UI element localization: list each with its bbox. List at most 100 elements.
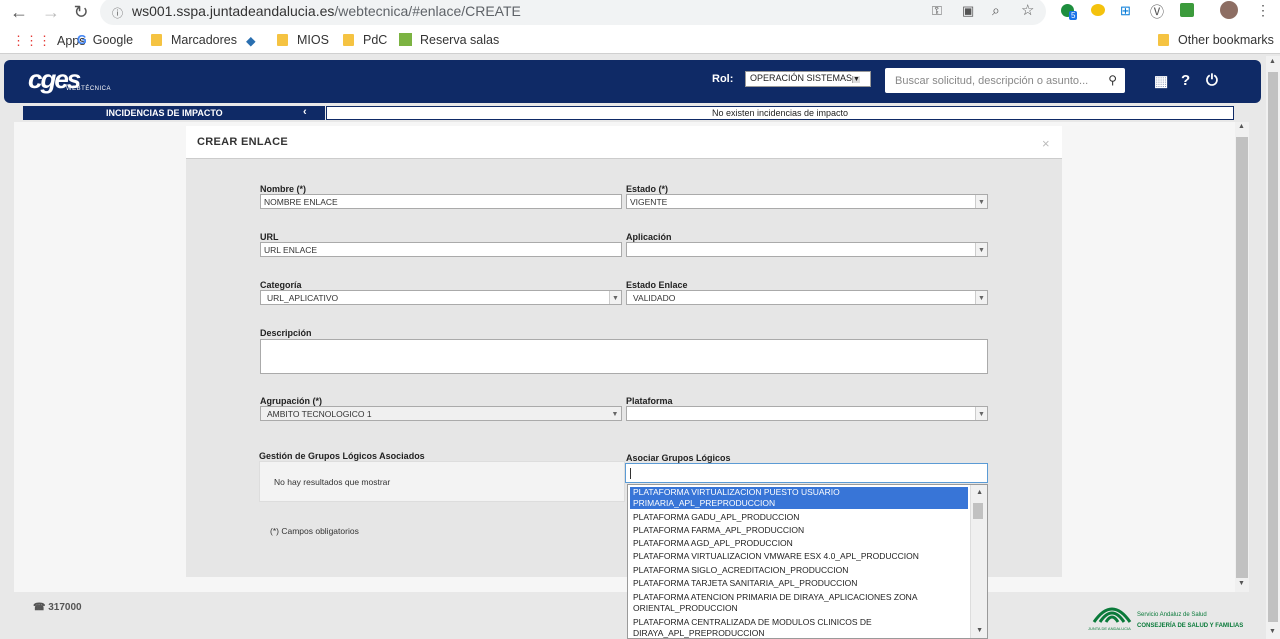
rol-select[interactable]: OPERACIÓN SISTEMAS▼ [745, 71, 871, 87]
chevron-down-icon: ▼ [852, 76, 860, 83]
descripcion-label: Descripción [260, 328, 312, 338]
extension-yellow-icon[interactable] [1091, 4, 1105, 16]
zoom-icon[interactable]: ⌕ [992, 2, 1000, 19]
estado-enlace-select[interactable]: VALIDADO ▼ [626, 290, 988, 305]
footer-consejeria: CONSEJERÍA DE SALUD Y FAMILIAS [1137, 623, 1244, 629]
grupos-empty-message: No hay resultados que mostrar [274, 477, 391, 487]
profile-avatar[interactable] [1220, 1, 1238, 19]
globe-icon: ◆ [246, 34, 256, 48]
scroll-down-icon[interactable]: ▼ [1269, 628, 1276, 635]
close-icon[interactable]: × [1042, 136, 1050, 151]
rol-label: Rol: [712, 73, 734, 85]
bookmark-reserva-salas[interactable]: Reserva salas [399, 33, 499, 47]
estado-enlace-label: Estado Enlace [626, 280, 688, 290]
menu-dots-icon[interactable]: ⋮ [1256, 2, 1270, 19]
dropdown-scrollbar[interactable]: ▲ ▼ [970, 485, 987, 638]
folder-icon [277, 34, 288, 46]
help-icon[interactable]: ? [1181, 72, 1190, 89]
incidencias-title: INCIDENCIAS DE IMPACTO [106, 108, 223, 118]
bookmark-google[interactable]: G Google [77, 33, 133, 47]
back-arrow-icon[interactable]: ← [8, 2, 30, 23]
search-input[interactable] [893, 74, 1098, 88]
footer-sas: Servicio Andaluz de Salud [1137, 612, 1207, 618]
key-icon[interactable]: ⚿ [932, 3, 942, 19]
extension-badge: 5 [1069, 11, 1078, 20]
asociar-search-input[interactable] [625, 463, 988, 483]
footer-junta: JUNTA DE ANDALUCIA [1088, 626, 1131, 631]
dropdown-option[interactable]: PLATAFORMA CENTRALIZADA DE MODULOS CLINI… [633, 617, 968, 638]
power-icon[interactable]: ⏻ [1206, 72, 1218, 89]
address-url: ws001.sspa.juntadeandalucia.es/webtecnic… [132, 3, 521, 19]
v-extension-icon[interactable]: Ⓥ [1150, 2, 1164, 22]
info-icon[interactable]: ⓘ [112, 5, 123, 21]
bookmark-globe[interactable]: ◆ [246, 33, 256, 48]
agrupacion-label: Agrupación (*) [260, 396, 322, 406]
bookmark-pdc[interactable]: PdC [343, 33, 387, 47]
translate-icon[interactable]: ▣ [962, 3, 974, 19]
bookmark-apps[interactable]: ⋮⋮⋮ Apps [12, 33, 86, 49]
folder-icon [1158, 34, 1169, 46]
dropdown-option[interactable]: PLATAFORMA AGD_APL_PRODUCCION [633, 538, 968, 549]
text-caret [630, 468, 631, 479]
reload-icon[interactable]: ↻ [70, 2, 92, 23]
url-label: URL [260, 232, 279, 242]
forward-arrow-icon[interactable]: → [40, 2, 62, 23]
chevron-left-icon[interactable]: ‹ [303, 105, 307, 119]
scroll-down-icon[interactable]: ▼ [1238, 580, 1245, 587]
bookmark-marcadores[interactable]: Marcadores [151, 33, 237, 47]
android-extension-icon[interactable] [1180, 3, 1194, 17]
scroll-up-icon[interactable]: ▲ [976, 489, 983, 496]
estado-label: Estado (*) [626, 184, 669, 194]
scroll-up-icon[interactable]: ▲ [1269, 58, 1276, 65]
search-box: ⚲ [885, 68, 1125, 93]
required-note: (*) Campos obligatorios [270, 526, 359, 536]
chevron-down-icon: ▼ [609, 291, 621, 304]
dropdown-scroll-thumb[interactable] [973, 503, 983, 519]
estado-value: VIGENTE [630, 197, 668, 207]
scroll-down-icon[interactable]: ▼ [976, 627, 983, 634]
folder-icon [343, 34, 354, 46]
windows-icon[interactable]: ⊞ [1120, 3, 1131, 19]
agrupacion-value: AMBITO TECNOLOGICO 1 [267, 409, 372, 419]
chevron-down-icon: ▼ [975, 243, 987, 256]
dropdown-option[interactable]: PLATAFORMA FARMA_APL_PRODUCCION [633, 525, 968, 536]
url-field[interactable]: URL ENLACE [260, 242, 622, 257]
star-icon[interactable]: ☆ [1021, 1, 1034, 19]
dropdown-option[interactable]: PLATAFORMA VIRTUALIZACION VMWARE ESX 4.0… [633, 551, 968, 562]
asociar-label: Asociar Grupos Lógicos [626, 453, 731, 463]
estado-enlace-value: VALIDADO [633, 293, 676, 303]
estado-select[interactable]: VIGENTE ▼ [626, 194, 988, 209]
rol-value: OPERACIÓN SISTEMAS [750, 73, 853, 83]
folder-icon [151, 34, 162, 46]
content-scroll-thumb[interactable] [1236, 137, 1248, 578]
dropdown-option[interactable]: PLATAFORMA ATENCION PRIMARIA DE DIRAYA_A… [633, 592, 968, 614]
chevron-down-icon: ▼ [609, 407, 621, 420]
descripcion-textarea[interactable] [260, 339, 988, 374]
nombre-field[interactable]: NOMBRE ENLACE [260, 194, 622, 209]
dropdown-option[interactable]: PLATAFORMA VIRTUALIZACION PUESTO USUARIO… [630, 487, 968, 509]
bookmark-mios[interactable]: MIOS [277, 33, 329, 47]
agrupacion-select[interactable]: AMBITO TECNOLOGICO 1 ▼ [260, 406, 622, 421]
footer-phone: ☎ 317000 [33, 602, 82, 613]
junta-logo [1092, 607, 1132, 623]
plataforma-select[interactable]: ▼ [626, 406, 988, 421]
incidencias-tab[interactable]: INCIDENCIAS DE IMPACTO ‹ [23, 106, 325, 120]
aplicacion-select[interactable]: ▼ [626, 242, 988, 257]
bookmark-other[interactable]: Other bookmarks [1158, 33, 1274, 47]
categoria-select[interactable]: URL_APLICATIVO ▼ [260, 290, 622, 305]
dropdown-option[interactable]: PLATAFORMA SIGLO_ACREDITACION_PRODUCCION [633, 565, 968, 576]
dropdown-option[interactable]: PLATAFORMA GADU_APL_PRODUCCION [633, 512, 968, 523]
search-icon[interactable]: ⚲ [1108, 73, 1117, 87]
asociar-dropdown-list: PLATAFORMA VIRTUALIZACION PUESTO USUARIO… [627, 484, 988, 639]
categoria-value: URL_APLICATIVO [267, 293, 339, 303]
plataforma-label: Plataforma [626, 396, 673, 406]
aplicacion-label: Aplicación [626, 232, 672, 242]
apps-grid-icon[interactable]: ▦ [1154, 72, 1168, 90]
dropdown-option[interactable]: PLATAFORMA TARJETA SANITARIA_APL_PRODUCC… [633, 578, 968, 589]
chevron-down-icon: ▼ [975, 291, 987, 304]
grupos-label: Gestión de Grupos Lógicos Asociados [259, 451, 425, 461]
page-scroll-thumb[interactable] [1268, 72, 1278, 622]
calendar-icon [399, 33, 412, 46]
scroll-up-icon[interactable]: ▲ [1238, 123, 1245, 130]
apps-grid-icon: ⋮⋮⋮ [12, 33, 51, 48]
